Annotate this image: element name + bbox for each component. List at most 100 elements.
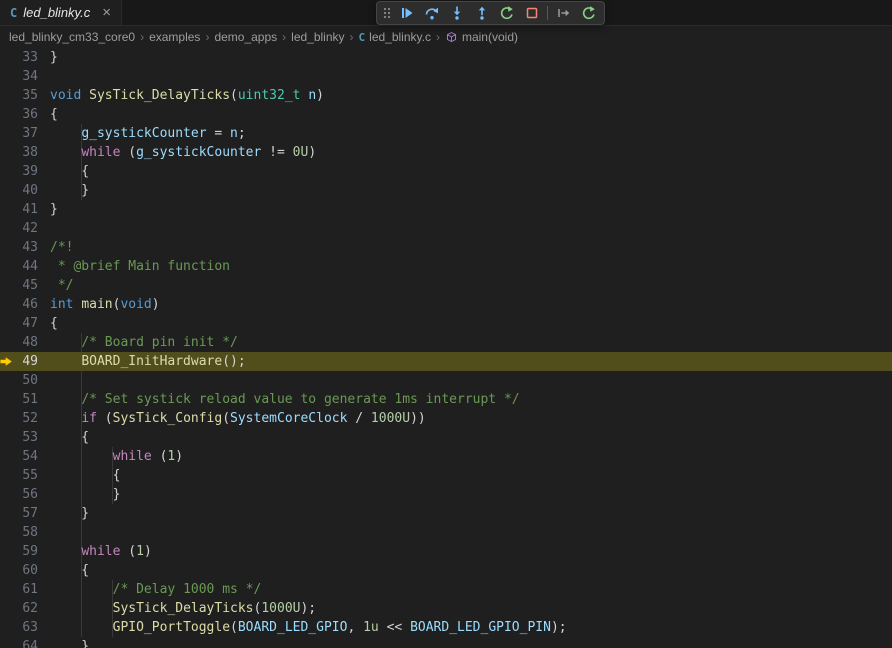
code-line[interactable]: 57 } (0, 504, 892, 523)
breadcrumb-item-examples[interactable]: examples (149, 30, 200, 44)
code-text: { (38, 428, 89, 447)
code-line[interactable]: 40 } (0, 181, 892, 200)
code-line[interactable]: 38 while (g_systickCounter != 0U) (0, 143, 892, 162)
step-out-icon (474, 5, 490, 21)
code-line[interactable]: 55 { (0, 466, 892, 485)
code-line[interactable]: 36{ (0, 105, 892, 124)
code-line[interactable]: 54 while (1) (0, 447, 892, 466)
stop-button[interactable] (519, 2, 544, 24)
code-text: /* Delay 1000 ms */ (38, 580, 261, 599)
code-line[interactable]: 49 BOARD_InitHardware(); (0, 352, 892, 371)
breadcrumb-item-project[interactable]: led_blinky_cm33_core0 (9, 30, 135, 44)
step-over-button[interactable] (419, 2, 444, 24)
code-line[interactable]: 35void SysTick_DelayTicks(uint32_t n) (0, 86, 892, 105)
glyph-margin (0, 257, 14, 276)
restart-button[interactable] (494, 2, 519, 24)
code-line[interactable]: 52 if (SysTick_Config(SystemCoreClock / … (0, 409, 892, 428)
code-text: */ (38, 276, 73, 295)
breadcrumb-item-symbol-main[interactable]: main(void) (445, 30, 518, 44)
code-line[interactable]: 60 { (0, 561, 892, 580)
code-line[interactable]: 56 } (0, 485, 892, 504)
tab-led-blinky[interactable]: C led_blinky.c × (0, 0, 122, 25)
line-number[interactable]: 52 (14, 409, 38, 428)
code-line[interactable]: 42 (0, 219, 892, 238)
line-number[interactable]: 41 (14, 200, 38, 219)
glyph-margin (0, 409, 14, 428)
code-text: { (38, 314, 58, 333)
line-number[interactable]: 43 (14, 238, 38, 257)
breadcrumb-item-file[interactable]: C led_blinky.c (359, 30, 431, 44)
code-line[interactable]: 64 } (0, 637, 892, 648)
line-number[interactable]: 60 (14, 561, 38, 580)
code-line[interactable]: 44 * @brief Main function (0, 257, 892, 276)
drag-handle-icon[interactable] (380, 2, 394, 24)
line-number[interactable]: 54 (14, 447, 38, 466)
line-number[interactable]: 63 (14, 618, 38, 637)
code-text: } (38, 48, 58, 67)
code-line[interactable]: 61 /* Delay 1000 ms */ (0, 580, 892, 599)
tab-bar: C led_blinky.c × (0, 0, 892, 26)
tab-label: led_blinky.c (23, 5, 90, 20)
line-number[interactable]: 44 (14, 257, 38, 276)
code-line[interactable]: 47{ (0, 314, 892, 333)
code-line[interactable]: 63 GPIO_PortToggle(BOARD_LED_GPIO, 1u <<… (0, 618, 892, 637)
goto-icon (556, 5, 572, 21)
line-number[interactable]: 62 (14, 599, 38, 618)
line-number[interactable]: 51 (14, 390, 38, 409)
code-line[interactable]: 33} (0, 48, 892, 67)
line-number[interactable]: 48 (14, 333, 38, 352)
line-number[interactable]: 34 (14, 67, 38, 86)
code-line[interactable]: 51 /* Set systick reload value to genera… (0, 390, 892, 409)
line-number[interactable]: 49 (14, 352, 38, 371)
line-number[interactable]: 53 (14, 428, 38, 447)
line-number[interactable]: 61 (14, 580, 38, 599)
line-number[interactable]: 46 (14, 295, 38, 314)
breadcrumb-item-demo-apps[interactable]: demo_apps (214, 30, 277, 44)
code-line[interactable]: 39 { (0, 162, 892, 181)
code-line[interactable]: 34 (0, 67, 892, 86)
line-number[interactable]: 56 (14, 485, 38, 504)
line-number[interactable]: 59 (14, 542, 38, 561)
step-into-button[interactable] (444, 2, 469, 24)
line-number[interactable]: 33 (14, 48, 38, 67)
step-out-button[interactable] (469, 2, 494, 24)
code-line[interactable]: 37 g_systickCounter = n; (0, 124, 892, 143)
continue-button[interactable] (394, 2, 419, 24)
close-icon[interactable]: × (102, 5, 111, 20)
line-number[interactable]: 36 (14, 105, 38, 124)
code-text (38, 219, 50, 238)
line-number[interactable]: 39 (14, 162, 38, 181)
line-number[interactable]: 40 (14, 181, 38, 200)
code-line[interactable]: 43/*! (0, 238, 892, 257)
code-line[interactable]: 53 { (0, 428, 892, 447)
glyph-margin (0, 219, 14, 238)
line-number[interactable]: 37 (14, 124, 38, 143)
code-line[interactable]: 50 (0, 371, 892, 390)
code-line[interactable]: 48 /* Board pin init */ (0, 333, 892, 352)
line-number[interactable]: 58 (14, 523, 38, 542)
code-line[interactable]: 41} (0, 200, 892, 219)
code-line[interactable]: 62 SysTick_DelayTicks(1000U); (0, 599, 892, 618)
line-number[interactable]: 47 (14, 314, 38, 333)
glyph-margin (0, 143, 14, 162)
line-number[interactable]: 55 (14, 466, 38, 485)
code-line[interactable]: 58 (0, 523, 892, 542)
line-number[interactable]: 45 (14, 276, 38, 295)
glyph-margin (0, 200, 14, 219)
line-number[interactable]: 38 (14, 143, 38, 162)
line-number[interactable]: 64 (14, 637, 38, 648)
line-number[interactable]: 50 (14, 371, 38, 390)
code-line[interactable]: 45 */ (0, 276, 892, 295)
line-number[interactable]: 57 (14, 504, 38, 523)
code-line[interactable]: 46int main(void) (0, 295, 892, 314)
breadcrumb-item-led-blinky[interactable]: led_blinky (291, 30, 344, 44)
toolbar-divider (547, 6, 548, 20)
code-text: /* Set systick reload value to generate … (38, 390, 520, 409)
line-number[interactable]: 42 (14, 219, 38, 238)
goto-button[interactable] (551, 2, 576, 24)
code-text: BOARD_InitHardware(); (38, 352, 246, 371)
line-number[interactable]: 35 (14, 86, 38, 105)
code-line[interactable]: 59 while (1) (0, 542, 892, 561)
reset-button[interactable] (576, 2, 601, 24)
glyph-margin (0, 428, 14, 447)
